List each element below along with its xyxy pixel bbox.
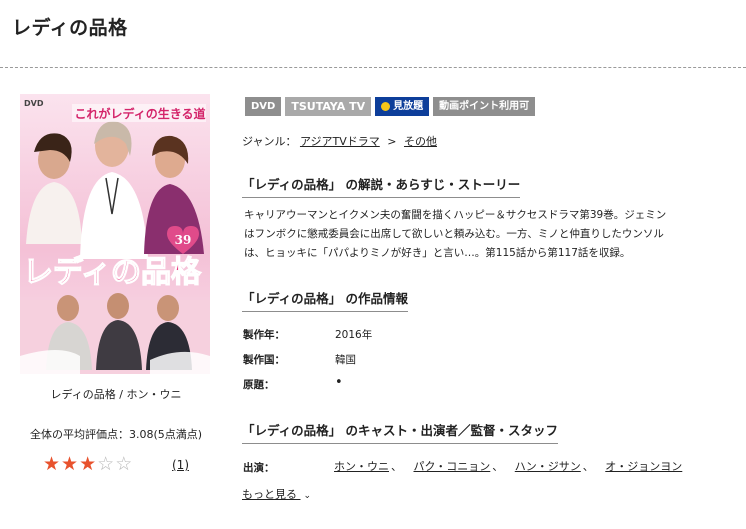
genre-breadcrumb: ジャンル： アジアTVドラマ > その他 — [242, 133, 437, 149]
synopsis-heading: 「レディの品格」 の解説・あらすじ・ストーリー — [242, 174, 521, 198]
title-divider — [0, 67, 746, 68]
cast-link[interactable]: オ・ジョンヨン — [605, 460, 682, 473]
rating-count-link[interactable]: (1) — [172, 458, 189, 472]
star-empty-icon: ☆ — [97, 453, 115, 475]
genre-prefix: ジャンル： — [242, 135, 297, 148]
dvd-badge: DVD — [245, 97, 282, 116]
synopsis-line: はフンボクに懲戒委員会に出席して欲しいと頼み込む。一方、ミノと仲直りしたウンソル — [244, 228, 664, 240]
cover-image[interactable]: これがレディの生きる道 DVD 39 レディの品格 — [20, 94, 210, 374]
cast-heading: 「レディの品格」 のキャスト・出演者／監督・スタッフ — [242, 420, 558, 444]
genre-separator: > — [387, 135, 397, 148]
mihoudai-label: 見放題 — [393, 101, 424, 112]
cover-logo: レディの品格 — [23, 255, 202, 290]
cast-link[interactable]: ホン・ウニ — [334, 460, 389, 473]
chevron-down-icon: ⌄ — [303, 491, 312, 501]
production-country-label: 製作国： — [243, 354, 285, 366]
cast-separator: 、 — [582, 460, 594, 473]
cast-separator: 、 — [391, 460, 402, 473]
star-empty-icon: ☆ — [115, 453, 133, 475]
original-title-value: • — [335, 375, 343, 390]
production-country-value: 韓国 — [335, 354, 356, 366]
cover-art: これがレディの生きる道 DVD 39 レディの品格 — [20, 94, 210, 374]
production-year-label: 製作年： — [243, 329, 285, 341]
info-heading: 「レディの品格」 の作品情報 — [242, 288, 408, 312]
show-more-link[interactable]: もっと見る ⌄ — [242, 486, 311, 502]
genre-link-other[interactable]: その他 — [404, 135, 437, 148]
production-year-value: 2016年 — [335, 329, 373, 341]
cover-tagline: これがレディの生きる道 — [75, 106, 206, 121]
cover-volume: 39 — [175, 233, 192, 247]
synopsis-line: は、ヒョッキに「パパよりミノが好き」と言い…。第115話から第117話を収録。 — [244, 247, 631, 259]
cast-separator: 、 — [492, 460, 504, 473]
unlimited-icon — [381, 102, 391, 111]
service-badges: DVD TSUTAYA TV 見放題 動画ポイント利用可 — [245, 97, 536, 116]
star-filled-icon: ★ — [79, 453, 97, 475]
cast-list: ホン・ウニ、 パク・コニョン、 ハン・ジサン、 オ・ジョンヨン — [334, 458, 684, 474]
rating-stars: ★ ★ ★ ☆ ☆ — [43, 453, 132, 475]
cast-link[interactable]: パク・コニョン — [414, 460, 491, 473]
synopsis-text: キャリアウーマンとイクメン夫の奮闘を描くハッピー＆サクセスドラマ第39巻。ジェミ… — [244, 206, 688, 263]
star-filled-icon: ★ — [43, 453, 61, 475]
cast-label: 出演： — [243, 462, 275, 474]
synopsis-line: キャリアウーマンとイクメン夫の奮闘を描くハッピー＆サクセスドラマ第39巻。ジェミ… — [244, 209, 667, 221]
video-points-badge: 動画ポイント利用可 — [433, 97, 536, 116]
cast-link[interactable]: ハン・ジサン — [515, 460, 581, 473]
mihoudai-badge: 見放題 — [375, 97, 430, 116]
page-title: レディの品格 — [12, 17, 128, 39]
cover-format-label: DVD — [24, 99, 44, 108]
average-rating-label: 全体の平均評価点：3.08(5点満点) — [29, 428, 203, 441]
tsutaya-tv-badge: TSUTAYA TV — [285, 97, 372, 116]
show-more-label: もっと見る — [242, 488, 297, 501]
item-caption: レディの品格 / ホン・ウニ — [50, 388, 182, 401]
star-filled-icon: ★ — [61, 453, 79, 475]
genre-link-asia-tv-drama[interactable]: アジアTVドラマ — [300, 135, 380, 148]
original-title-label: 原題： — [243, 379, 275, 391]
